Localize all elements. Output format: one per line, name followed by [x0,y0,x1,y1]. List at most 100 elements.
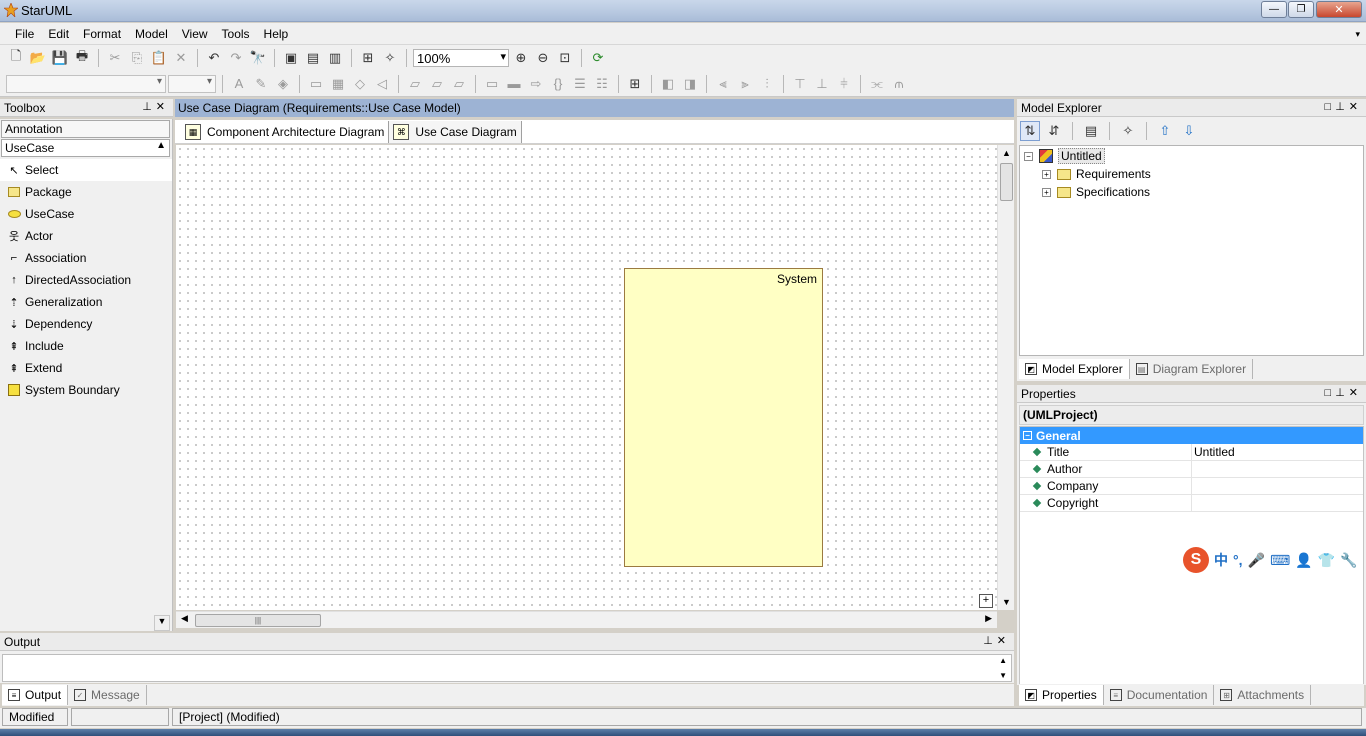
tool-dependency[interactable]: ⇣ Dependency [0,313,172,335]
filter-icon[interactable]: ✧ [1118,121,1138,141]
folder-icon[interactable]: ▬ [504,74,524,94]
menu-view[interactable]: View [175,27,215,41]
note-icon[interactable]: ▭ [482,74,502,94]
sogou-logo-icon[interactable]: S [1183,547,1209,573]
ime-chinese-mode-icon[interactable]: 中 [1214,550,1228,570]
collapse-icon[interactable]: − [1024,151,1033,161]
zoom-in-icon[interactable]: ⊕ [511,48,531,68]
tree-item-specifications[interactable]: + Specifications [1042,183,1150,201]
indent-icon[interactable]: ☰ [570,74,590,94]
tool-system-boundary[interactable]: System Boundary [0,379,172,401]
menu-edit[interactable]: Edit [41,27,76,41]
tool-actor[interactable]: 웃 Actor [0,225,172,247]
ime-microphone-icon[interactable]: 🎤 [1248,552,1265,569]
property-value[interactable] [1192,461,1194,477]
diagram-canvas[interactable] [176,145,997,610]
ime-keyboard-icon[interactable]: ⌨ [1270,552,1290,569]
fill-color-icon[interactable]: ◈ [273,74,293,94]
toolbox-section-usecase[interactable]: UseCase ▲ [1,139,170,157]
find-icon[interactable]: 🔭 [248,48,268,68]
tab-diagram-explorer[interactable]: ▤ Diagram Explorer [1130,359,1254,379]
zoom-level-select[interactable]: 100% [413,49,509,67]
panel-controls[interactable]: □⊥✕ [1325,386,1362,399]
font-name-select[interactable] [6,74,166,93]
print-icon[interactable]: 🖶 [72,48,92,68]
tab-documentation[interactable]: ≡ Documentation [1104,685,1215,705]
scroll-up-icon[interactable]: ▲ [999,656,1007,665]
tool-usecase[interactable]: UseCase [0,203,172,225]
copy-icon[interactable]: ⎘ [127,48,147,68]
save-icon[interactable]: 💾 [50,48,70,68]
menu-file[interactable]: File [8,27,41,41]
menu-help[interactable]: Help [257,27,296,41]
align-bottom-icon[interactable]: ⊥ [812,74,832,94]
redo-icon[interactable]: ↷ [226,48,246,68]
tab-attachments[interactable]: ⊞ Attachments [1214,685,1312,705]
align-icon[interactable]: ▦ [328,74,348,94]
collapse-up-icon[interactable]: ▲ [156,140,166,151]
tree-item-untitled[interactable]: − Untitled [1024,147,1105,165]
property-value[interactable] [1192,478,1194,494]
system-boundary-shape[interactable]: System [624,268,823,567]
sort-by-name-icon[interactable]: ⇵ [1044,121,1064,141]
tool-include[interactable]: ⇞ Include [0,335,172,357]
panel-controls[interactable]: □⊥✕ [1325,100,1362,113]
suppress-icon[interactable]: ◁ [372,74,392,94]
send-back-icon[interactable]: ◨ [680,74,700,94]
zoom-fit-icon[interactable]: ⊡ [555,48,575,68]
cut-icon[interactable]: ✂ [105,48,125,68]
space-horizontal-icon[interactable]: ⫘ [867,74,887,94]
property-row-copyright[interactable]: Copyright [1020,495,1363,512]
font-color-icon[interactable]: A [229,74,249,94]
new-file-icon[interactable]: 🗋 [6,48,26,68]
magic-wand-icon[interactable]: ✧ [380,48,400,68]
diagram-zoom-icon[interactable]: ▥ [325,48,345,68]
navigator-icon[interactable]: + [979,594,993,608]
add-element-icon[interactable]: ▤ [1081,121,1101,141]
export-icon[interactable]: ⊞ [358,48,378,68]
menu-model[interactable]: Model [128,27,175,41]
scroll-down-icon[interactable]: ▼ [999,671,1007,680]
property-value[interactable]: Untitled [1192,444,1235,460]
align-middle-icon[interactable]: ⫩ [834,74,854,94]
menu-tools[interactable]: Tools [215,27,257,41]
align-center-icon[interactable]: ⫶ [757,74,777,94]
maximize-button[interactable]: ❐ [1288,1,1314,18]
collapse-icon[interactable]: − [1023,431,1032,440]
align-left-icon[interactable]: ⫷ [713,74,733,94]
property-row-title[interactable]: Title Untitled [1020,444,1363,461]
refresh-icon[interactable]: ⟳ [588,48,608,68]
tool-select[interactable]: ↖ Select [0,159,172,181]
ime-punctuation-icon[interactable]: °, [1233,552,1243,568]
menu-overflow-icon[interactable]: ▾ [1355,29,1360,40]
toolbox-scroll-down-icon[interactable]: ▼ [154,615,170,631]
menu-format[interactable]: Format [76,27,128,41]
bring-front-icon[interactable]: ◧ [658,74,678,94]
line-style-icon[interactable]: ▭ [306,74,326,94]
ime-skin-icon[interactable]: 👕 [1318,552,1335,569]
panel-controls[interactable]: ⊥✕ [142,100,169,113]
tool-extend[interactable]: ⇞ Extend [0,357,172,379]
tool-association[interactable]: ⌐ Association [0,247,172,269]
scroll-up-icon[interactable]: ▲ [1002,148,1011,158]
align-right-icon[interactable]: ⫸ [735,74,755,94]
scrollbar-thumb[interactable]: ||| [195,614,321,627]
tab-component-architecture-diagram[interactable]: ▦ Component Architecture Diagram [181,121,390,143]
scroll-left-icon[interactable]: ◀ [181,613,188,624]
canvas-horizontal-scrollbar[interactable]: ◀ ||| ▶ [176,611,997,628]
show-signature-icon[interactable]: ▱ [449,74,469,94]
paste-icon[interactable]: 📋 [149,48,169,68]
outdent-icon[interactable]: ☷ [592,74,612,94]
close-button[interactable]: ✕ [1316,1,1362,18]
tool-package[interactable]: Package [0,181,172,203]
tab-message[interactable]: ✓ Message [68,685,147,705]
show-operations-icon[interactable]: ▱ [427,74,447,94]
tab-properties[interactable]: ◩ Properties [1019,685,1104,705]
tab-output[interactable]: ≡ Output [2,685,69,705]
property-value[interactable] [1192,495,1194,511]
canvas-vertical-scrollbar[interactable]: ▲ ▼ [997,145,1014,610]
scroll-down-icon[interactable]: ▼ [1002,597,1011,607]
font-size-select[interactable] [168,74,216,93]
tool-generalization[interactable]: ⇡ Generalization [0,291,172,313]
sort-by-kind-icon[interactable]: ⇅ [1020,121,1040,141]
